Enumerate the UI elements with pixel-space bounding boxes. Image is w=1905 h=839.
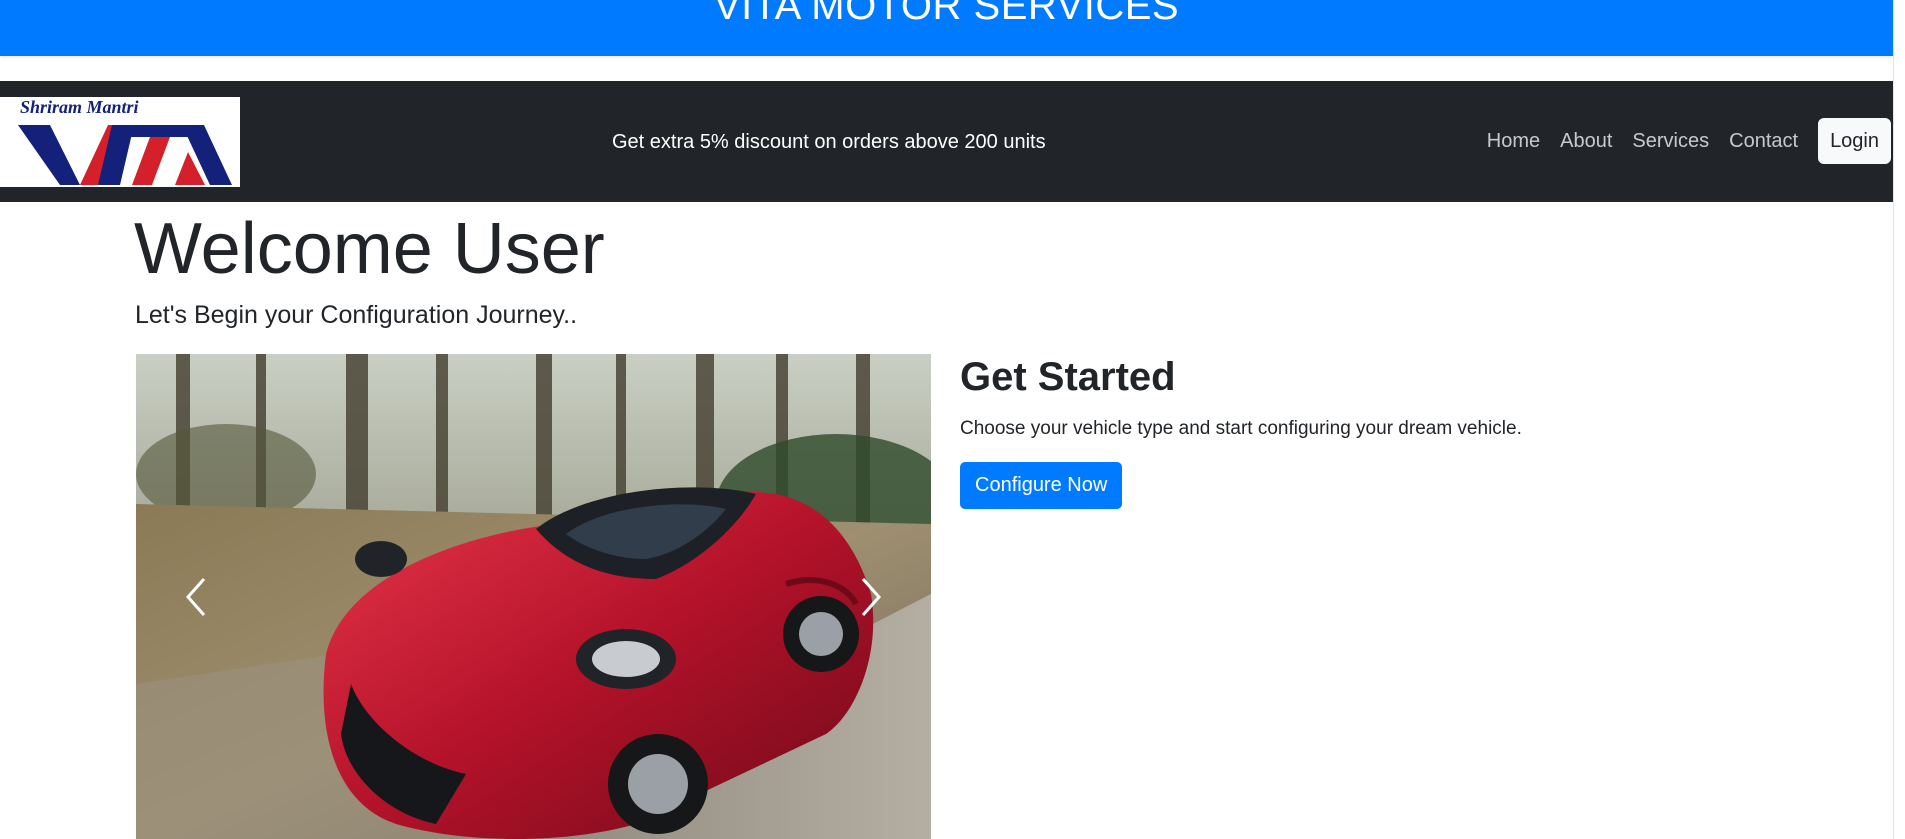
configure-now-button[interactable]: Configure Now xyxy=(960,462,1123,509)
promo-text: Get extra 5% discount on orders above 20… xyxy=(612,131,1046,153)
page-scrollbar[interactable] xyxy=(1893,0,1905,839)
logo-top-text: Shriram Mantri xyxy=(20,97,139,117)
vita-logo-image: Shriram Mantri xyxy=(0,97,240,187)
nav-link-services[interactable]: Services xyxy=(1632,130,1709,153)
page-subtitle: Let's Begin your Configuration Journey.. xyxy=(135,301,578,329)
banner-title: VITA MOTOR SERVICES xyxy=(713,0,1180,28)
image-carousel[interactable] xyxy=(136,354,931,839)
navbar: Shriram Mantri Get extra 5% discount on … xyxy=(0,81,1893,202)
top-banner: VITA MOTOR SERVICES xyxy=(0,0,1893,56)
nav-link-about[interactable]: About xyxy=(1560,130,1612,153)
login-button[interactable]: Login xyxy=(1818,118,1891,164)
page-title: Welcome User xyxy=(134,209,605,289)
brand-logo[interactable]: Shriram Mantri xyxy=(0,97,240,187)
chevron-right-icon xyxy=(861,577,882,616)
get-started-heading: Get Started xyxy=(960,355,1176,399)
carousel-next-button[interactable] xyxy=(811,354,931,839)
nav-links: Home About Services Contact Login xyxy=(1487,118,1891,164)
get-started-text: Choose your vehicle type and start confi… xyxy=(960,418,1522,439)
nav-link-contact[interactable]: Contact xyxy=(1729,130,1798,153)
carousel-prev-button[interactable] xyxy=(136,354,256,839)
nav-link-home[interactable]: Home xyxy=(1487,130,1540,153)
chevron-left-icon xyxy=(185,577,206,616)
